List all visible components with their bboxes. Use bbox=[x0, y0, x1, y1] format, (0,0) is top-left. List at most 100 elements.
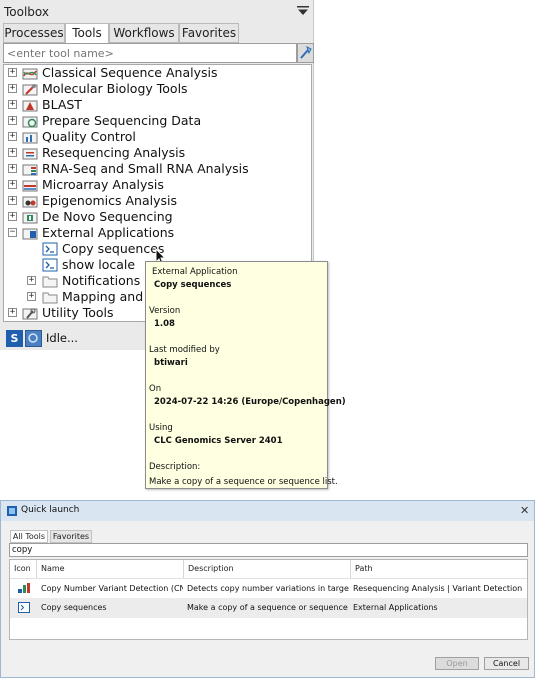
app-icon bbox=[7, 506, 17, 516]
folder-microarray-icon bbox=[22, 180, 38, 192]
tree-item-external-applications[interactable]: − External Applications bbox=[4, 225, 309, 241]
tooltip-on-label: On bbox=[149, 384, 162, 394]
status-bar: S Idle... bbox=[3, 329, 148, 348]
results-table: Icon Name Description Path Copy Number V… bbox=[9, 559, 528, 640]
column-header-path[interactable]: Path bbox=[351, 560, 527, 578]
tree-item-molecular-biology-tools[interactable]: + Molecular Biology Tools bbox=[4, 81, 309, 97]
tree-item-label: RNA-Seq and Small RNA Analysis bbox=[42, 161, 249, 176]
tree-item-classical-sequence-analysis[interactable]: + Classical Sequence Analysis bbox=[4, 65, 309, 81]
tab-processes[interactable]: Processes bbox=[3, 23, 65, 43]
server-status-icon[interactable] bbox=[25, 330, 42, 347]
folder-prepare-icon bbox=[22, 116, 38, 128]
tab-workflows[interactable]: Workflows bbox=[109, 23, 179, 43]
dialog-titlebar: Quick launch ✕ bbox=[1, 501, 534, 521]
expand-icon[interactable]: + bbox=[27, 292, 36, 301]
tree-item-label: Mapping and bbox=[62, 289, 144, 304]
expand-icon[interactable]: + bbox=[8, 100, 17, 109]
row-description: Detects copy number variations in target… bbox=[187, 584, 349, 593]
expand-icon[interactable]: + bbox=[8, 68, 17, 77]
tree-item-label: show locale bbox=[62, 257, 136, 272]
collapse-icon[interactable]: − bbox=[8, 228, 17, 237]
tree-item-label: Epigenomics Analysis bbox=[42, 193, 178, 208]
folder-utility-icon bbox=[22, 308, 38, 320]
tree-item-prepare-sequencing-data[interactable]: + Prepare Sequencing Data bbox=[4, 113, 309, 129]
tree-item-label: External Applications bbox=[42, 225, 175, 240]
folder-icon bbox=[42, 292, 58, 304]
folder-pipette-icon bbox=[22, 84, 38, 96]
tooltip-using: CLC Genomics Server 2401 bbox=[154, 436, 283, 446]
quick-launch-search-input[interactable]: copy bbox=[9, 543, 528, 557]
tree-item-label: Utility Tools bbox=[42, 305, 114, 320]
tree-item-label: Notifications bbox=[62, 273, 141, 288]
folder-qc-icon bbox=[22, 132, 38, 144]
tree-item-resequencing-analysis[interactable]: + Resequencing Analysis bbox=[4, 145, 309, 161]
tooltip-version: 1.08 bbox=[154, 319, 175, 329]
open-button[interactable]: Open bbox=[435, 657, 479, 670]
wand-icon bbox=[300, 46, 312, 59]
dialog-title: Quick launch bbox=[21, 505, 80, 515]
quick-launch-dialog: Quick launch ✕ All Tools Favorites copy … bbox=[0, 500, 535, 678]
column-header-name[interactable]: Name bbox=[37, 560, 184, 578]
external-app-icon bbox=[18, 602, 30, 613]
search-tool-button[interactable] bbox=[297, 43, 314, 63]
table-row[interactable]: Copy sequences Make a copy of a sequence… bbox=[10, 598, 527, 618]
tree-item-label: Microarray Analysis bbox=[42, 177, 164, 192]
folder-denovo-icon bbox=[22, 212, 38, 224]
folder-external-icon bbox=[22, 228, 38, 240]
tab-all-tools[interactable]: All Tools bbox=[10, 530, 48, 543]
column-header-icon[interactable]: Icon bbox=[10, 560, 37, 578]
table-row[interactable]: Copy Number Variant Detection (CNVs) Det… bbox=[10, 578, 527, 598]
expand-icon[interactable]: + bbox=[8, 148, 17, 157]
column-header-description[interactable]: Description bbox=[184, 560, 351, 578]
tooltip-on: 2024-07-22 14:26 (Europe/Copenhagen) bbox=[154, 397, 346, 407]
tab-favorites[interactable]: Favorites bbox=[50, 530, 92, 543]
expand-icon[interactable]: + bbox=[8, 84, 17, 93]
expand-icon[interactable]: + bbox=[8, 308, 17, 317]
tooltip-using-label: Using bbox=[149, 423, 173, 433]
expand-icon[interactable]: + bbox=[8, 212, 17, 221]
tree-item-label: BLAST bbox=[42, 97, 82, 112]
tree-item-label: Copy sequences bbox=[62, 241, 165, 256]
tree-item-de-novo-sequencing[interactable]: + De Novo Sequencing bbox=[4, 209, 309, 225]
close-icon[interactable]: ✕ bbox=[520, 504, 529, 517]
panel-menu-icon[interactable] bbox=[297, 6, 309, 16]
tooltip-modified-by: btiwari bbox=[154, 358, 188, 368]
row-description: Make a copy of a sequence or sequence li… bbox=[187, 603, 349, 612]
row-path: Resequencing Analysis | Variant Detectio… bbox=[353, 584, 523, 593]
tree-item-blast[interactable]: + BLAST bbox=[4, 97, 309, 113]
server-icon[interactable]: S bbox=[6, 330, 23, 347]
expand-icon[interactable]: + bbox=[27, 276, 36, 285]
expand-icon[interactable]: + bbox=[8, 116, 17, 125]
cancel-button[interactable]: Cancel bbox=[484, 657, 529, 670]
tab-tools[interactable]: Tools bbox=[65, 23, 109, 44]
tree-item-label: Prepare Sequencing Data bbox=[42, 113, 202, 128]
tooltip-description-label: Description: bbox=[149, 462, 201, 472]
tooltip-name: Copy sequences bbox=[154, 280, 232, 290]
expand-icon[interactable]: + bbox=[8, 164, 17, 173]
tree-item-label: Quality Control bbox=[42, 129, 136, 144]
tree-item-label: De Novo Sequencing bbox=[42, 209, 173, 224]
tree-item-label: Classical Sequence Analysis bbox=[42, 65, 218, 80]
tree-item-epigenomics-analysis[interactable]: + Epigenomics Analysis bbox=[4, 193, 309, 209]
folder-blast-icon bbox=[22, 100, 38, 112]
tooltip: External Application Copy sequences Vers… bbox=[145, 261, 346, 489]
expand-icon[interactable]: + bbox=[8, 132, 17, 141]
folder-reseq-icon bbox=[22, 148, 38, 160]
tooltip-description: Make a copy of a sequence or sequence li… bbox=[149, 477, 338, 487]
folder-rnaseq-icon bbox=[22, 164, 38, 176]
row-path: External Applications bbox=[353, 603, 438, 612]
tab-favorites[interactable]: Favorites bbox=[179, 23, 239, 43]
terminal-icon bbox=[42, 258, 58, 272]
tree-item-label: Molecular Biology Tools bbox=[42, 81, 188, 96]
expand-icon[interactable]: + bbox=[8, 180, 17, 189]
expand-icon[interactable]: + bbox=[8, 196, 17, 205]
tool-search-input[interactable] bbox=[3, 43, 297, 63]
terminal-icon bbox=[42, 242, 58, 256]
tree-item-label: Resequencing Analysis bbox=[42, 145, 186, 160]
tree-item-quality-control[interactable]: + Quality Control bbox=[4, 129, 309, 145]
tree-item-microarray-analysis[interactable]: + Microarray Analysis bbox=[4, 177, 309, 193]
tree-item-rna-seq[interactable]: + RNA-Seq and Small RNA Analysis bbox=[4, 161, 309, 177]
tooltip-type: External Application bbox=[152, 267, 238, 277]
folder-epigenomics-icon bbox=[22, 196, 38, 208]
tooltip-modified-label: Last modified by bbox=[149, 345, 220, 355]
